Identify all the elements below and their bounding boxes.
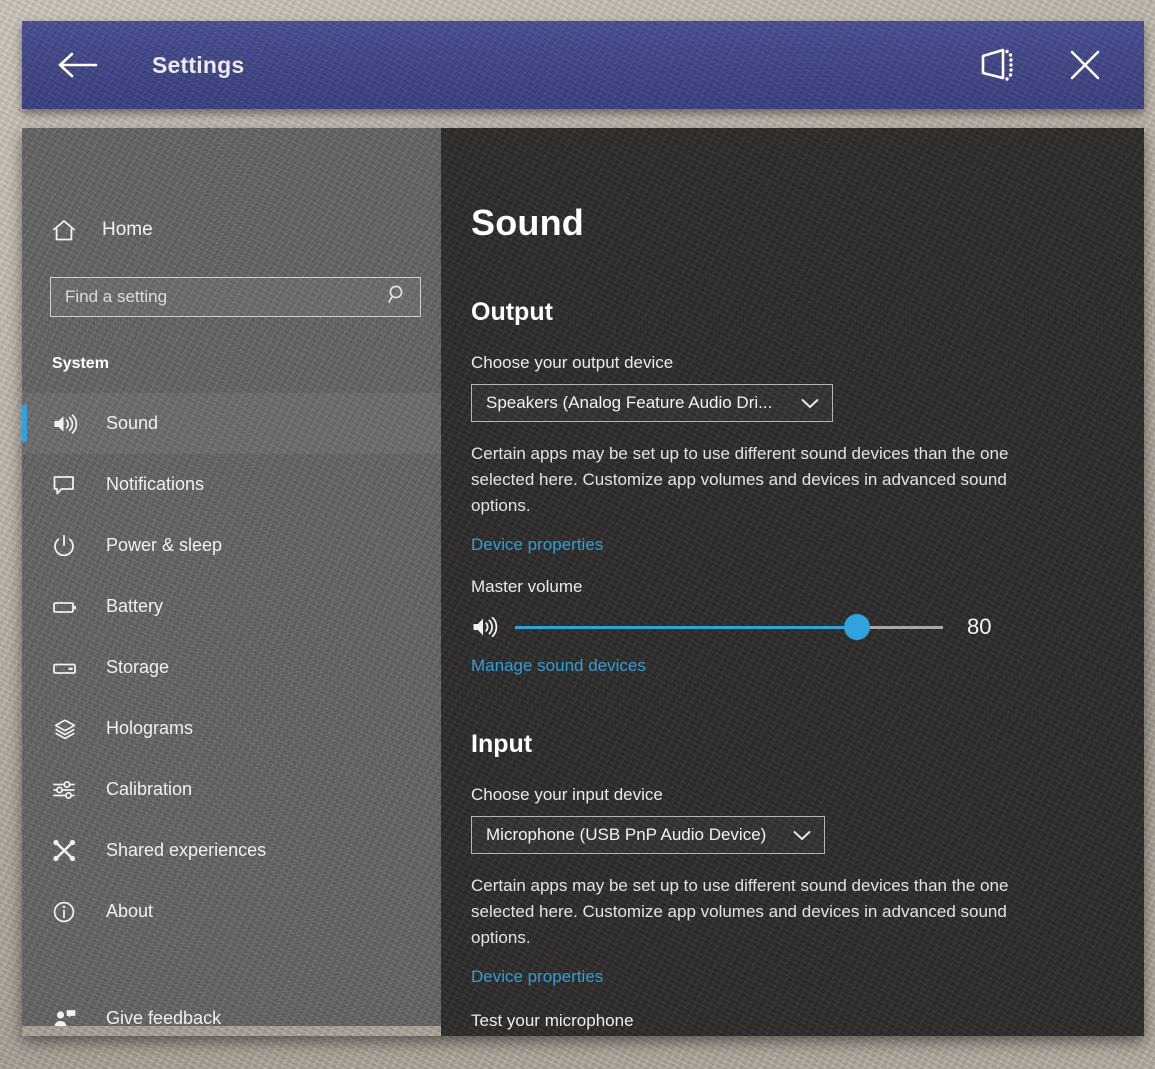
mixed-reality-wall-background: Settings — [0, 0, 1155, 1069]
sidebar-item-calibration[interactable]: Calibration — [22, 759, 441, 820]
power-icon — [52, 534, 86, 558]
back-arrow-icon — [56, 50, 98, 80]
feedback-person-icon — [52, 1007, 86, 1027]
sidebar-item-shared-experiences[interactable]: Shared experiences — [22, 820, 441, 881]
battery-icon — [52, 598, 86, 616]
sidebar-feedback-label: Give feedback — [106, 1008, 221, 1026]
output-device-value: Speakers (Analog Feature Audio Dri... — [486, 393, 772, 413]
speaker-icon — [471, 615, 505, 639]
output-description: Certain apps may be set up to use differ… — [471, 441, 1051, 519]
chat-bubble-icon — [52, 474, 86, 496]
sidebar-item-label: Shared experiences — [106, 840, 266, 861]
sidebar-item-holograms[interactable]: Holograms — [22, 698, 441, 759]
shared-nodes-icon — [52, 839, 86, 862]
master-volume-value: 80 — [967, 614, 1001, 640]
page-title: Sound — [471, 202, 1144, 244]
input-device-properties-link[interactable]: Device properties — [471, 967, 603, 987]
settings-content-pane: Sound Output Choose your output device S… — [441, 128, 1144, 1036]
home-icon — [52, 219, 82, 242]
input-device-label: Choose your input device — [471, 785, 1144, 805]
settings-sidebar: Home System — [22, 128, 441, 1026]
sidebar-item-about[interactable]: About — [22, 881, 441, 942]
sidebar-item-home[interactable]: Home — [22, 205, 441, 255]
hologram-icon — [52, 717, 86, 741]
close-icon — [1066, 46, 1104, 84]
search-box[interactable] — [50, 277, 421, 317]
manage-sound-devices-link[interactable]: Manage sound devices — [471, 656, 646, 676]
output-device-dropdown[interactable]: Speakers (Analog Feature Audio Dri... — [471, 384, 833, 422]
sidebar-group-label: System — [52, 355, 441, 373]
settings-window: Home System — [22, 128, 1144, 1036]
back-button[interactable] — [44, 32, 110, 98]
info-circle-icon — [52, 900, 86, 924]
master-volume-slider[interactable] — [515, 614, 943, 640]
output-device-properties-link[interactable]: Device properties — [471, 535, 603, 555]
sidebar-item-sound[interactable]: Sound — [22, 393, 441, 454]
sidebar-item-power-sleep[interactable]: Power & sleep — [22, 515, 441, 576]
sidebar-item-label: Holograms — [106, 718, 193, 739]
master-volume-label: Master volume — [471, 577, 1144, 597]
chevron-down-icon — [786, 397, 820, 410]
output-device-label: Choose your output device — [471, 353, 1144, 373]
sidebar-item-give-feedback[interactable]: Give feedback — [22, 988, 441, 1026]
app-title-bar: Settings — [22, 21, 1144, 109]
sidebar-home-label: Home — [102, 219, 153, 241]
sidebar-item-storage[interactable]: Storage — [22, 637, 441, 698]
window-title: Settings — [152, 52, 244, 79]
slider-fill — [515, 626, 857, 629]
sidebar-item-battery[interactable]: Battery — [22, 576, 441, 637]
titlebar-buttons — [970, 38, 1112, 92]
close-button[interactable] — [1058, 38, 1112, 92]
sidebar-item-label: Calibration — [106, 779, 192, 800]
output-section-heading: Output — [471, 298, 1144, 327]
sliders-icon — [52, 779, 86, 801]
chevron-down-icon — [778, 829, 812, 842]
sidebar-item-label: Storage — [106, 657, 169, 678]
input-section-heading: Input — [471, 730, 1144, 759]
sidebar-item-label: About — [106, 901, 153, 922]
storage-drive-icon — [52, 659, 86, 677]
sidebar-item-label: Notifications — [106, 474, 204, 495]
sidebar-item-notifications[interactable]: Notifications — [22, 454, 441, 515]
input-device-value: Microphone (USB PnP Audio Device) — [486, 825, 766, 845]
search-input[interactable] — [65, 287, 387, 307]
sidebar-nav-list: Sound Notifications — [22, 393, 441, 1026]
input-description: Certain apps may be set up to use differ… — [471, 873, 1051, 951]
search-icon — [387, 284, 408, 310]
sidebar-spacer — [22, 942, 441, 988]
sidebar-item-label: Sound — [106, 413, 158, 434]
test-microphone-label: Test your microphone — [471, 1011, 1144, 1031]
sidebar-item-label: Power & sleep — [106, 535, 222, 556]
slider-thumb[interactable] — [844, 614, 870, 640]
sidebar-item-label: Battery — [106, 596, 163, 617]
follow-me-button[interactable] — [970, 38, 1024, 92]
speaker-icon — [52, 413, 86, 435]
input-device-dropdown[interactable]: Microphone (USB PnP Audio Device) — [471, 816, 825, 854]
master-volume-row: 80 — [471, 614, 1001, 640]
follow-me-hologram-icon — [977, 46, 1017, 84]
